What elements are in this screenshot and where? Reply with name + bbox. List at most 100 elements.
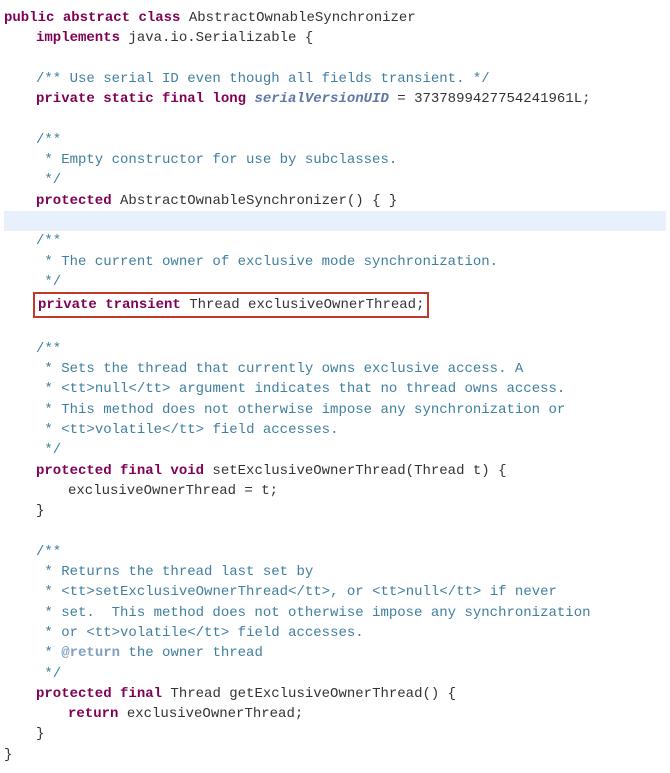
html-tag: <tt> [86, 625, 120, 641]
comment-line: * This method does not otherwise impose … [4, 400, 666, 420]
comment-line: */ [4, 272, 666, 292]
code-line: public abstract class AbstractOwnableSyn… [4, 8, 666, 28]
comment-line: * <tt>setExclusiveOwnerThread</tt>, or <… [4, 582, 666, 602]
blank-line [4, 49, 666, 69]
comment: * Sets the thread that currently owns ex… [36, 361, 523, 377]
comment: /** Use serial ID even though all fields… [36, 71, 490, 87]
comment-line: * Returns the thread last set by [4, 562, 666, 582]
comment: * [36, 645, 61, 661]
keyword: private static final long [36, 91, 254, 107]
blank-line [4, 109, 666, 129]
keyword: protected final void [36, 463, 204, 479]
text: = 3737899427754241961L; [389, 91, 591, 107]
comment-line: * set. This method does not otherwise im… [4, 603, 666, 623]
code-line: protected AbstractOwnableSynchronizer() … [4, 191, 666, 211]
comment-line: /** [4, 542, 666, 562]
keyword: protected final [36, 686, 162, 702]
keyword: private transient [38, 297, 181, 313]
code-line: protected final Thread getExclusiveOwner… [4, 684, 666, 704]
comment: * Returns the thread last set by [36, 564, 313, 580]
text: Thread exclusiveOwnerThread; [181, 297, 425, 313]
comment: * The current owner of exclusive mode sy… [36, 254, 498, 270]
comment: /** [36, 341, 61, 357]
comment-line: /** Use serial ID even though all fields… [4, 69, 666, 89]
keyword: class [138, 10, 180, 26]
code-line: exclusiveOwnerThread = t; [4, 481, 666, 501]
comment: */ [36, 666, 61, 682]
comment-line: * <tt>null</tt> argument indicates that … [4, 379, 666, 399]
doc-tag: @return [61, 645, 120, 661]
html-tag: </tt> [288, 584, 330, 600]
code-line: return exclusiveOwnerThread; [4, 704, 666, 724]
comment: volatile [95, 422, 162, 438]
comment: /** [36, 233, 61, 249]
comment: null [95, 381, 129, 397]
code-line: private static final long serialVersionU… [4, 89, 666, 109]
comment: * [36, 422, 61, 438]
html-tag: <tt> [61, 422, 95, 438]
comment: * set. This method does not otherwise im… [36, 605, 591, 621]
keyword: return [68, 706, 118, 722]
comment-line: * The current owner of exclusive mode sy… [4, 252, 666, 272]
comment: */ [36, 274, 61, 290]
comment: */ [36, 172, 61, 188]
code-line: } [4, 724, 666, 744]
comment-line: * or <tt>volatile</tt> field accesses. [4, 623, 666, 643]
keyword: protected [36, 193, 112, 209]
code-line: protected final void setExclusiveOwnerTh… [4, 461, 666, 481]
text: exclusiveOwnerThread = t; [68, 483, 278, 499]
comment: /** [36, 132, 61, 148]
boxed-line: private transient Thread exclusiveOwnerT… [4, 292, 666, 318]
comment: * or [36, 625, 86, 641]
code-line: } [4, 501, 666, 521]
blank-line [4, 521, 666, 541]
text: setExclusiveOwnerThread(Thread t) { [204, 463, 506, 479]
class-name: AbstractOwnableSynchronizer [180, 10, 415, 26]
field-name: serialVersionUID [254, 91, 388, 107]
code-line: implements java.io.Serializable { [4, 28, 666, 48]
comment-line: * @return the owner thread [4, 643, 666, 663]
html-tag: </tt> [128, 381, 170, 397]
comment: argument indicates that no thread owns a… [170, 381, 565, 397]
html-tag: </tt> [439, 584, 481, 600]
comment-line: */ [4, 440, 666, 460]
highlighted-line [4, 211, 666, 231]
comment: /** [36, 544, 61, 560]
comment-line: * Empty constructor for use by subclasse… [4, 150, 666, 170]
html-tag: <tt> [61, 381, 95, 397]
html-tag: </tt> [187, 625, 229, 641]
comment: field accesses. [204, 422, 338, 438]
html-tag: <tt> [372, 584, 406, 600]
comment: setExclusiveOwnerThread [95, 584, 288, 600]
comment: * This method does not otherwise impose … [36, 402, 565, 418]
comment: null [406, 584, 440, 600]
keyword: abstract [63, 10, 130, 26]
comment: field accesses. [229, 625, 363, 641]
comment: * Empty constructor for use by subclasse… [36, 152, 397, 168]
code-line: } [4, 745, 666, 765]
comment-line: */ [4, 664, 666, 684]
keyword: public [4, 10, 54, 26]
text: java.io.Serializable { [120, 30, 313, 46]
text: } [4, 747, 12, 763]
comment-line: */ [4, 170, 666, 190]
comment: if never [481, 584, 557, 600]
comment-line: * <tt>volatile</tt> field accesses. [4, 420, 666, 440]
comment-line: /** [4, 339, 666, 359]
blank-line [4, 318, 666, 338]
comment-line: /** [4, 231, 666, 251]
html-tag: <tt> [61, 584, 95, 600]
comment: , or [330, 584, 372, 600]
html-tag: </tt> [162, 422, 204, 438]
text: Thread getExclusiveOwnerThread() { [162, 686, 456, 702]
text: } [36, 503, 44, 519]
comment: * [36, 381, 61, 397]
comment: * [36, 584, 61, 600]
text: AbstractOwnableSynchronizer() { } [112, 193, 398, 209]
text: exclusiveOwnerThread; [118, 706, 303, 722]
comment: the owner thread [120, 645, 263, 661]
highlighted-box: private transient Thread exclusiveOwnerT… [33, 292, 429, 318]
comment-line: /** [4, 130, 666, 150]
comment: volatile [120, 625, 187, 641]
keyword: implements [36, 30, 120, 46]
